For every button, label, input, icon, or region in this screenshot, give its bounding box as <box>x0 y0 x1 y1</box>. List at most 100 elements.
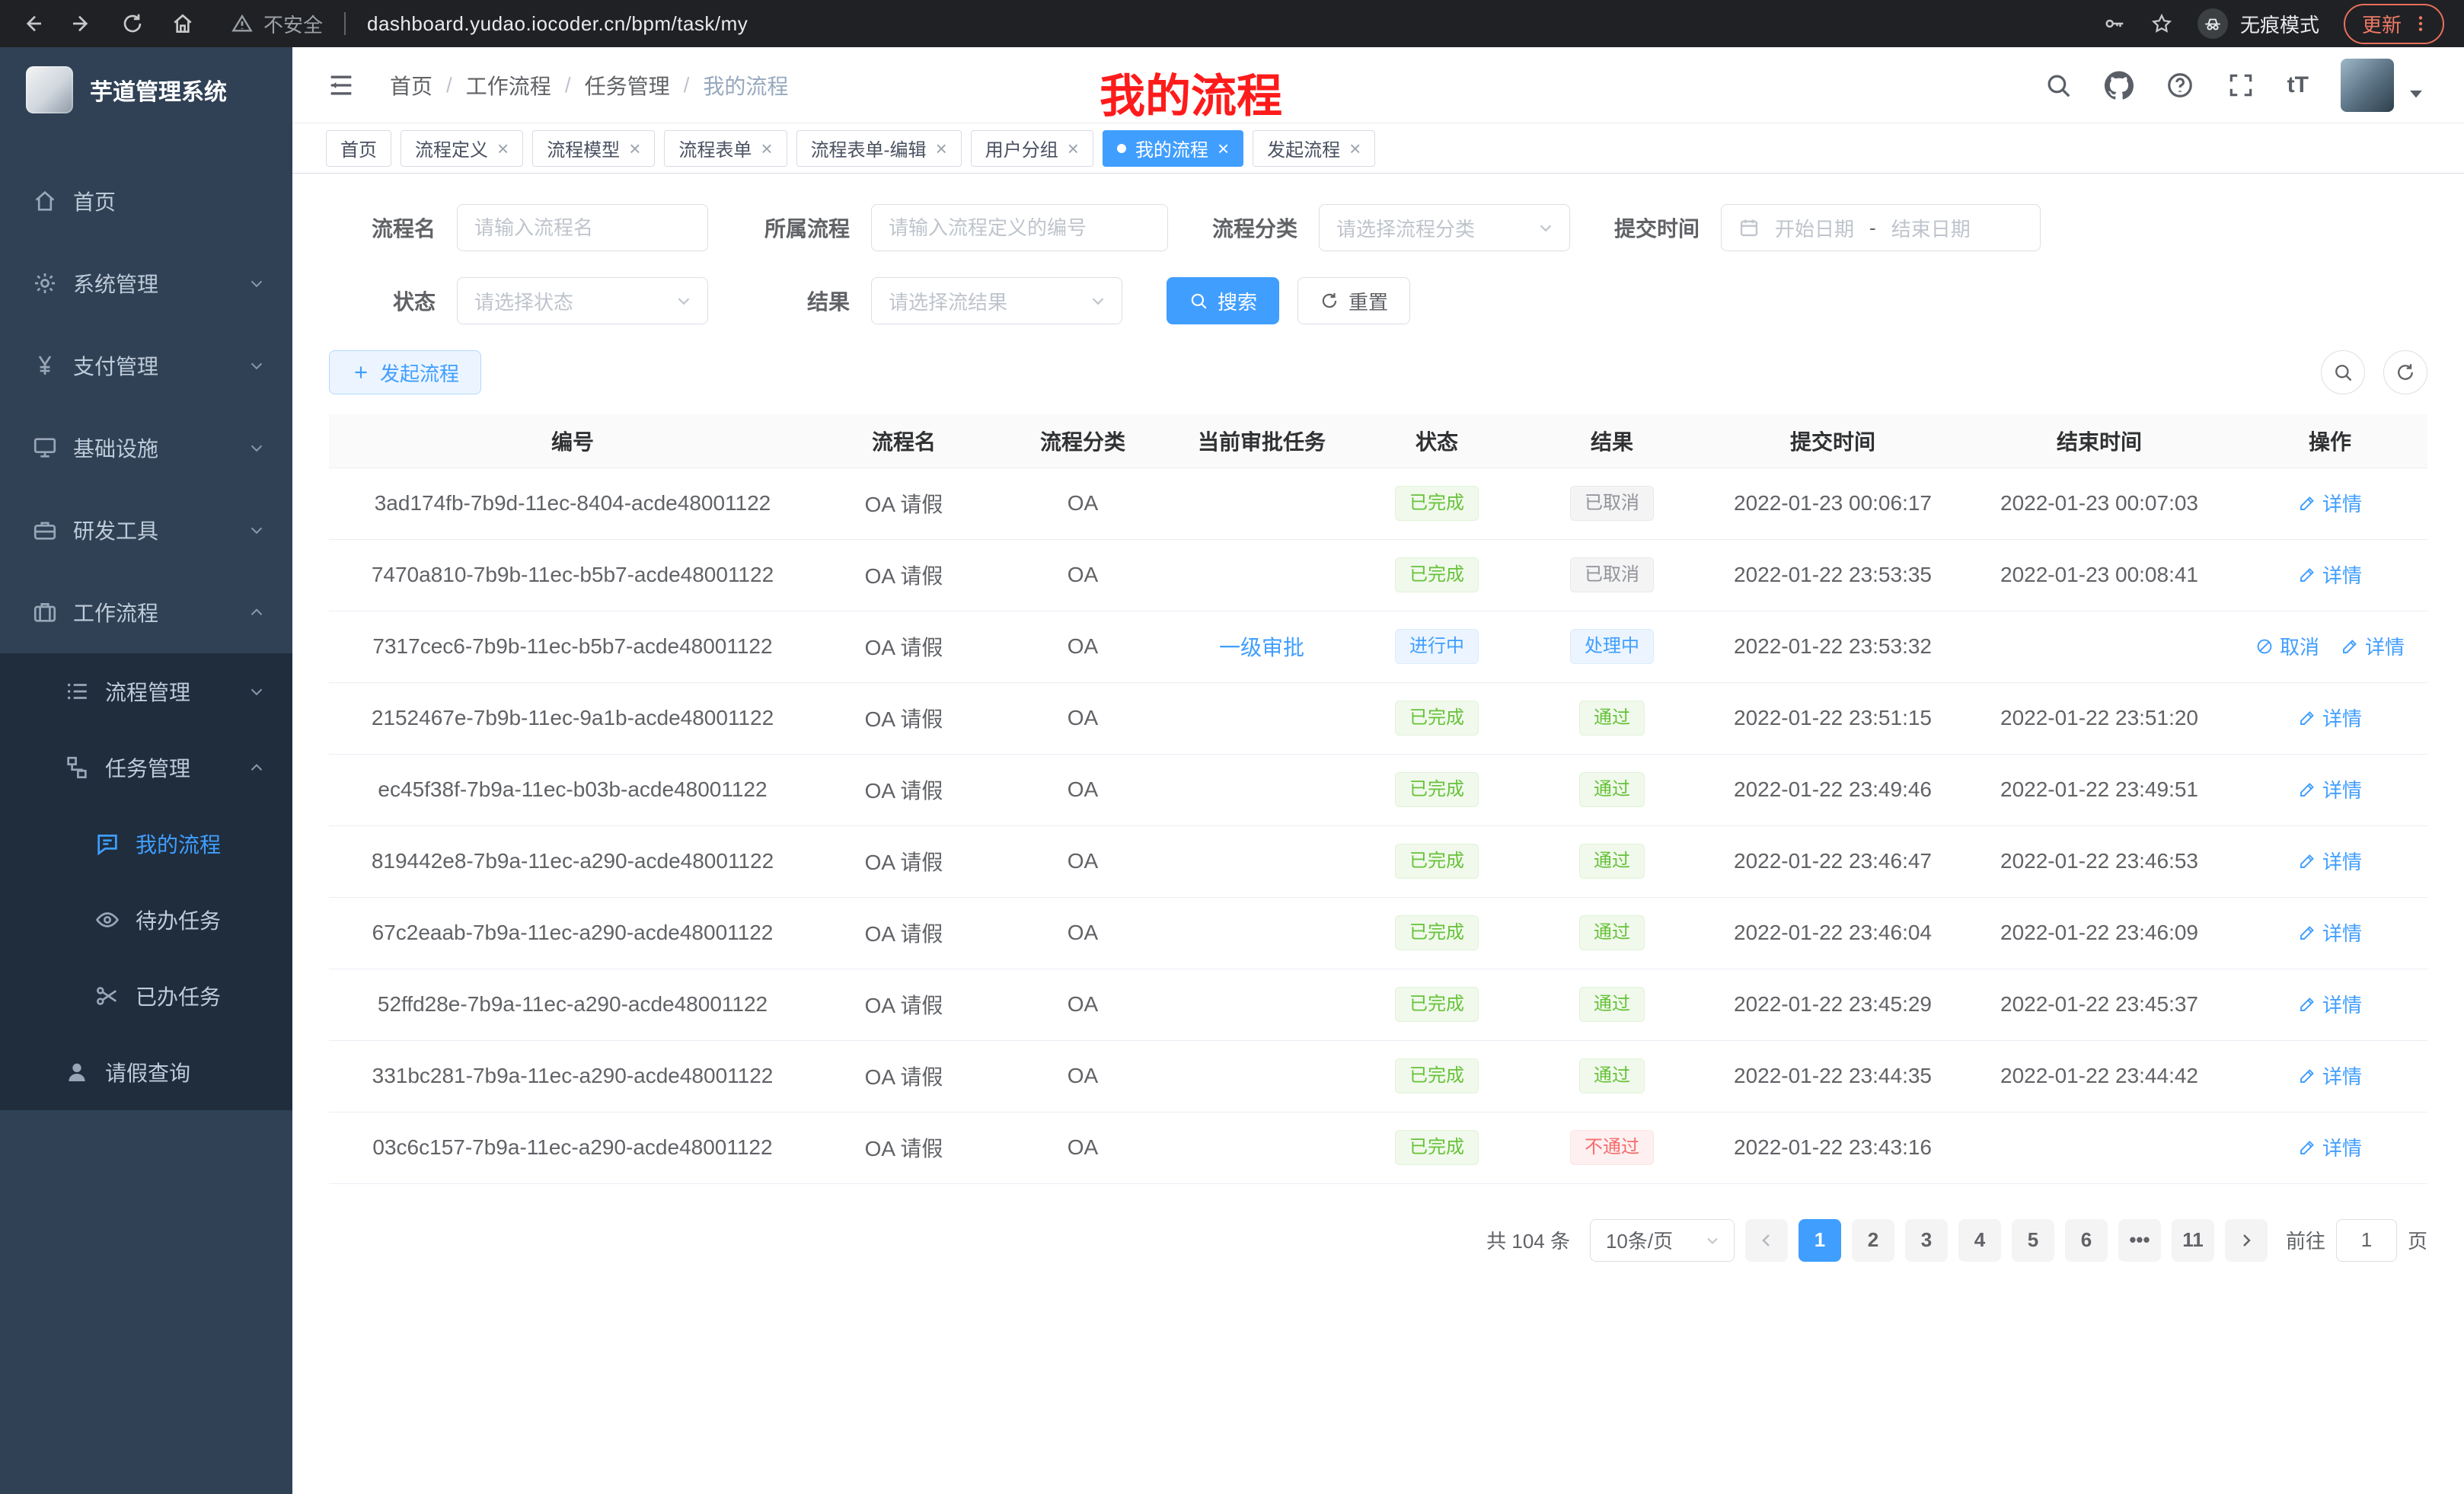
cell-status: 已完成 <box>1349 1040 1524 1112</box>
sidebar-item-任务管理[interactable]: 任务管理 <box>0 729 292 806</box>
tab-发起流程[interactable]: 发起流程× <box>1253 130 1375 167</box>
close-icon[interactable]: × <box>761 139 772 158</box>
forward-icon[interactable] <box>70 11 94 36</box>
tab-流程表单-编辑[interactable]: 流程表单-编辑× <box>796 130 962 167</box>
detail-link[interactable]: 详情 <box>2298 1061 2362 1090</box>
back-icon[interactable] <box>20 11 44 36</box>
breadcrumb-item[interactable]: 任务管理 <box>585 70 670 101</box>
process-def-input[interactable] <box>871 204 1168 251</box>
collapse-sidebar-icon[interactable] <box>326 70 356 101</box>
tab-我的流程[interactable]: 我的流程× <box>1103 130 1243 167</box>
close-icon[interactable]: × <box>497 139 509 158</box>
close-icon[interactable]: × <box>1068 139 1079 158</box>
toggle-search-button[interactable] <box>2321 350 2365 394</box>
sidebar-item-基础设施[interactable]: 基础设施 <box>0 407 292 489</box>
more-pages-button[interactable]: ••• <box>2118 1219 2161 1262</box>
category-select[interactable]: 请选择流程分类 <box>1319 204 1570 251</box>
column-header-提交时间: 提交时间 <box>1700 414 1966 468</box>
sidebar-item-研发工具[interactable]: 研发工具 <box>0 489 292 571</box>
address-bar[interactable]: 不安全 dashboard.yudao.iocoder.cn/bpm/task/… <box>231 10 748 38</box>
app-logo[interactable]: 芋道管理系统 <box>0 47 292 132</box>
prev-page-button[interactable] <box>1745 1219 1788 1262</box>
detail-link[interactable]: 详情 <box>2341 632 2405 660</box>
page-button-4[interactable]: 4 <box>1958 1219 2001 1262</box>
fullscreen-icon[interactable] <box>2226 71 2255 100</box>
page-button-2[interactable]: 2 <box>1852 1219 1894 1262</box>
sidebar-item-请假查询[interactable]: 请假查询 <box>0 1034 292 1110</box>
column-header-流程名: 流程名 <box>816 414 991 468</box>
table-row: 2152467e-7b9b-11ec-9a1b-acde48001122OA 请… <box>329 682 2427 754</box>
refresh-table-button[interactable] <box>2383 350 2427 394</box>
sidebar-item-工作流程[interactable]: 工作流程 <box>0 571 292 653</box>
search-icon[interactable] <box>2044 71 2073 100</box>
breadcrumb-item[interactable]: 首页 <box>390 70 432 101</box>
sidebar-item-已办任务[interactable]: 已办任务 <box>0 958 292 1034</box>
current-task-link[interactable]: 一级审批 <box>1219 636 1304 659</box>
result-select[interactable]: 请选择流结果 <box>871 277 1122 324</box>
next-page-button[interactable] <box>2225 1219 2268 1262</box>
key-icon[interactable] <box>2103 12 2126 35</box>
home-icon[interactable] <box>171 11 195 36</box>
cancel-icon <box>2255 637 2274 656</box>
sidebar-item-流程管理[interactable]: 流程管理 <box>0 653 292 729</box>
start-process-button[interactable]: 发起流程 <box>329 350 481 394</box>
cell-id: 819442e8-7b9a-11ec-a290-acde48001122 <box>329 825 816 897</box>
tab-流程定义[interactable]: 流程定义× <box>401 130 523 167</box>
cell-actions: 详情 <box>2233 969 2427 1040</box>
detail-link[interactable]: 详情 <box>2298 775 2362 803</box>
star-icon[interactable] <box>2150 12 2173 35</box>
sidebar-item-系统管理[interactable]: 系统管理 <box>0 242 292 324</box>
incognito-indicator[interactable]: 无痕模式 <box>2197 8 2319 39</box>
close-icon[interactable]: × <box>629 139 640 158</box>
detail-link[interactable]: 详情 <box>2298 918 2362 947</box>
cell-submit-time: 2022-01-22 23:51:15 <box>1700 682 1966 754</box>
page-button-1[interactable]: 1 <box>1799 1219 1841 1262</box>
date-range-picker[interactable]: 开始日期 - 结束日期 <box>1721 204 2041 251</box>
detail-link[interactable]: 详情 <box>2298 1133 2362 1161</box>
detail-link[interactable]: 详情 <box>2298 560 2362 589</box>
status-select[interactable]: 请选择状态 <box>457 277 708 324</box>
process-name-input[interactable] <box>457 204 708 251</box>
tab-流程表单[interactable]: 流程表单× <box>664 130 787 167</box>
cell-end-time: 2022-01-22 23:46:53 <box>1966 825 2233 897</box>
page-button-3[interactable]: 3 <box>1905 1219 1948 1262</box>
update-button[interactable]: 更新 <box>2344 4 2444 44</box>
reset-button[interactable]: 重置 <box>1297 277 1410 324</box>
tab-流程模型[interactable]: 流程模型 × <box>532 130 655 167</box>
user-menu[interactable] <box>2341 59 2430 112</box>
tab-用户分组[interactable]: 用户分组× <box>971 130 1093 167</box>
refresh-icon <box>2395 362 2416 383</box>
detail-link[interactable]: 详情 <box>2298 847 2362 875</box>
close-icon[interactable]: × <box>936 139 947 158</box>
detail-link[interactable]: 详情 <box>2298 704 2362 732</box>
search-button[interactable]: 搜索 <box>1167 277 1279 324</box>
close-icon[interactable]: × <box>1218 139 1229 158</box>
page-button-11[interactable]: 11 <box>2172 1219 2214 1262</box>
page-size-select[interactable]: 10条/页 <box>1590 1219 1735 1262</box>
kebab-menu-icon[interactable] <box>2411 14 2430 34</box>
cancel-link[interactable]: 取消 <box>2255 632 2319 660</box>
browser-nav <box>20 11 195 36</box>
edit-icon <box>2298 709 2316 727</box>
status-badge: 通过 <box>1579 915 1645 950</box>
sidebar-item-支付管理[interactable]: 支付管理 <box>0 324 292 407</box>
help-icon[interactable] <box>2166 71 2194 100</box>
sidebar-item-待办任务[interactable]: 待办任务 <box>0 882 292 958</box>
github-icon[interactable] <box>2105 71 2134 100</box>
detail-link[interactable]: 详情 <box>2298 489 2362 517</box>
tab-label: 流程模型 <box>547 135 620 161</box>
tab-首页[interactable]: 首页 <box>326 130 391 167</box>
page-button-5[interactable]: 5 <box>2012 1219 2054 1262</box>
sidebar-item-首页[interactable]: 首页 <box>0 160 292 242</box>
cell-actions: 详情 <box>2233 754 2427 825</box>
cell-end-time: 2022-01-23 00:07:03 <box>1966 468 2233 539</box>
chevron-down-icon <box>247 682 267 701</box>
font-size-icon[interactable]: tT <box>2287 72 2309 98</box>
sidebar-item-我的流程[interactable]: 我的流程 <box>0 806 292 882</box>
jump-page-input[interactable] <box>2336 1219 2397 1262</box>
page-button-6[interactable]: 6 <box>2065 1219 2108 1262</box>
breadcrumb-item[interactable]: 工作流程 <box>466 70 551 101</box>
detail-link[interactable]: 详情 <box>2298 990 2362 1018</box>
reload-icon[interactable] <box>120 11 145 36</box>
close-icon[interactable]: × <box>1349 139 1361 158</box>
